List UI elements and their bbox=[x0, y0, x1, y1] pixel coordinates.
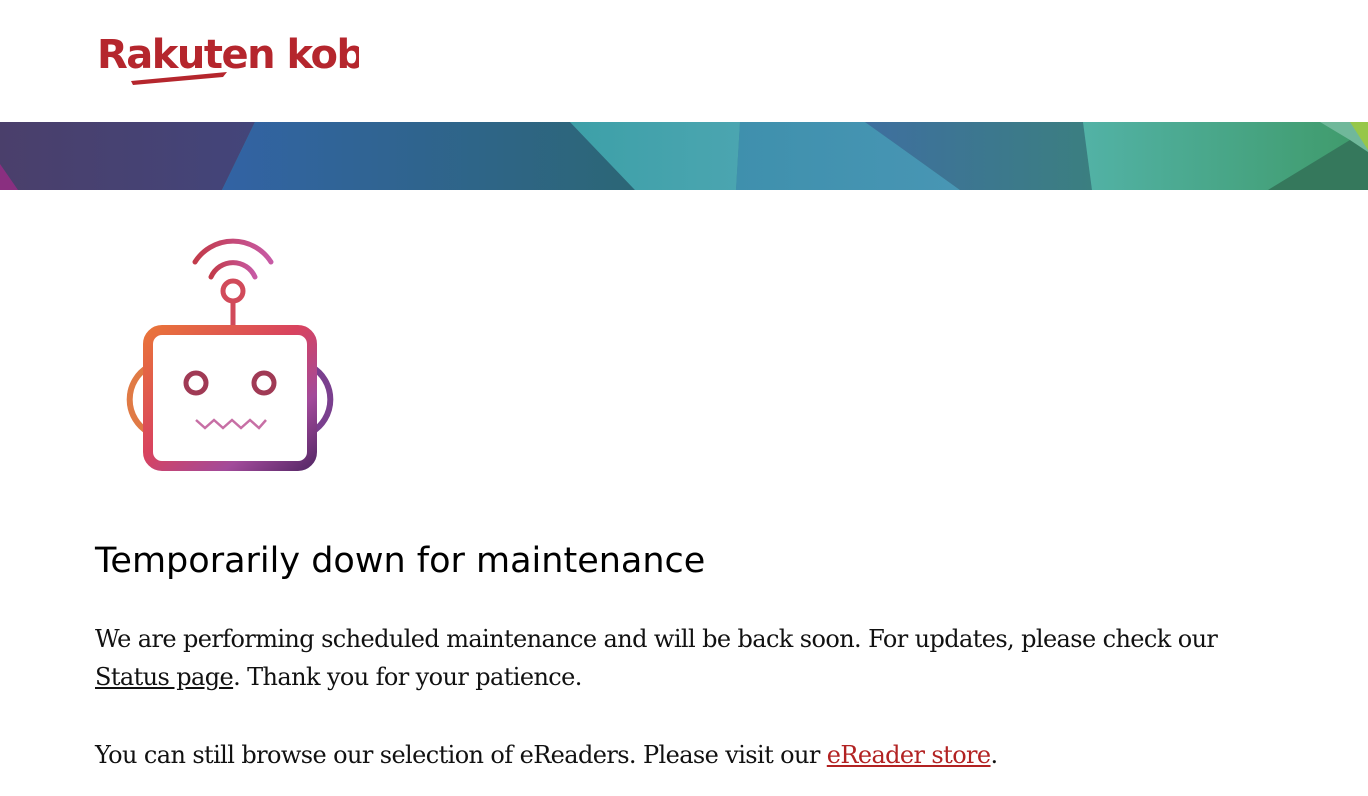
maintenance-message: We are performing scheduled maintenance … bbox=[95, 620, 1295, 696]
message-text: We are performing scheduled maintenance … bbox=[95, 625, 1218, 653]
maintenance-page: Rakuten kobo bbox=[0, 0, 1368, 796]
logo-wordmark: Rakuten kobo bbox=[97, 32, 359, 78]
robot-head bbox=[143, 325, 317, 471]
ereader-text-end: . bbox=[990, 741, 999, 769]
site-header: Rakuten kobo bbox=[0, 0, 1368, 122]
antenna-ball bbox=[220, 278, 246, 304]
wifi-outer-arc bbox=[192, 238, 274, 265]
ereader-message: You can still browse our selection of eR… bbox=[95, 736, 1295, 774]
page-title: Temporarily down for maintenance bbox=[95, 541, 706, 581]
rakuten-kobo-logo[interactable]: Rakuten kobo bbox=[97, 30, 359, 86]
robot-wifi-icon bbox=[126, 238, 334, 471]
wifi-inner-arc bbox=[208, 260, 258, 280]
status-page-link[interactable]: Status page bbox=[95, 663, 234, 691]
decorative-banner bbox=[0, 122, 1368, 190]
ereader-store-link[interactable]: eReader store bbox=[827, 741, 991, 769]
message-text-end: . Thank you for your patience. bbox=[233, 663, 582, 691]
ereader-text: You can still browse our selection of eR… bbox=[95, 741, 827, 769]
